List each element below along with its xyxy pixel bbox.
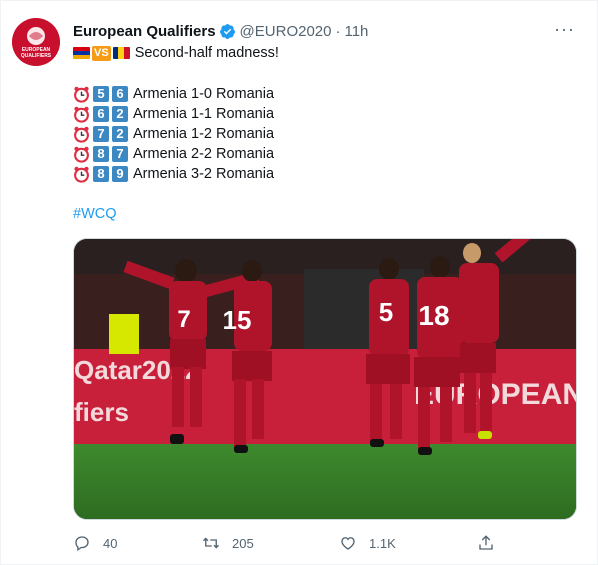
account-handle[interactable]: @EURO2020 [240, 23, 332, 40]
vs-badge: VS [92, 45, 111, 61]
alarm-clock-icon [74, 146, 89, 163]
verified-badge-icon [219, 23, 235, 39]
minute-digit-ones: 2 [112, 126, 128, 142]
minute-digit-ones: 7 [112, 146, 128, 162]
minute-digit-ones: 2 [112, 106, 128, 122]
armenia-flag-icon [73, 47, 90, 59]
share-button[interactable] [477, 534, 507, 552]
celebration-photo: Qatar2022 fiers EUROPEAN Q [74, 239, 576, 519]
reply-button[interactable]: 40 [73, 534, 117, 552]
account-name[interactable]: European Qualifiers [73, 23, 216, 40]
score-text: Armenia 3-2 Romania [133, 166, 275, 182]
tweet-headline: Second-half madness! [134, 45, 279, 61]
like-button[interactable]: 1.1K [339, 534, 396, 552]
minute-digit-ones: 9 [112, 166, 128, 182]
hashtag-line: #WCQ [73, 204, 117, 224]
like-count: 1.1K [369, 535, 396, 551]
retweet-button[interactable]: 205 [202, 534, 254, 552]
jersey-number-18: 18 [418, 300, 449, 331]
minute-digit-tens: 6 [93, 106, 109, 122]
goal-line: 8 7 Armenia 2-2 Romania [73, 144, 274, 164]
share-icon [479, 535, 493, 550]
jersey-number-5: 5 [379, 297, 393, 327]
account-avatar[interactable]: EUROPEAN QUALIFIERS [12, 18, 60, 66]
jersey-number-7: 7 [177, 306, 190, 333]
score-text: Armenia 1-0 Romania [133, 86, 275, 102]
minute-digit-tens: 7 [93, 126, 109, 142]
jersey-number-15: 15 [223, 305, 252, 335]
hashtag-link[interactable]: #WCQ [73, 204, 117, 224]
more-options-icon[interactable]: ··· [554, 19, 575, 40]
alarm-clock-icon [74, 166, 89, 183]
minute-digit-tens: 8 [93, 146, 109, 162]
heart-icon [341, 537, 355, 550]
alarm-clock-icon [74, 106, 89, 123]
goal-line: 8 9 Armenia 3-2 Romania [73, 164, 274, 184]
tweet-actions: 40 205 1.1K [73, 534, 513, 556]
dot-separator: · [335, 22, 341, 40]
score-text: Armenia 2-2 Romania [133, 146, 275, 162]
score-text: Armenia 1-2 Romania [133, 126, 275, 142]
minute-digit-tens: 8 [93, 166, 109, 182]
goal-line: 6 2 Armenia 1-1 Romania [73, 104, 274, 124]
svg-text:QUALIFIERS: QUALIFIERS [21, 53, 52, 59]
reply-count: 40 [103, 535, 118, 551]
board-text-left2: fiers [74, 397, 129, 427]
tweet-card[interactable]: EUROPEAN QUALIFIERS European Qualifiers … [0, 0, 598, 565]
alarm-clock-icon [74, 86, 89, 103]
goal-line: 7 2 Armenia 1-2 Romania [73, 124, 274, 144]
romania-flag-icon [112, 47, 130, 59]
tweet-timestamp[interactable]: 11h [344, 23, 368, 40]
uefa-logo-icon: EUROPEAN QUALIFIERS [12, 18, 60, 66]
retweet-count: 205 [232, 535, 254, 551]
tweet-photo[interactable]: Qatar2022 fiers EUROPEAN Q [73, 238, 577, 520]
minute-digit-ones: 6 [112, 86, 128, 102]
alarm-clock-icon [74, 126, 89, 143]
reply-icon [75, 536, 89, 552]
score-text: Armenia 1-1 Romania [133, 106, 275, 122]
goal-line: 5 6 Armenia 1-0 Romania [73, 84, 274, 104]
tweet-header: European Qualifiers @EURO2020 · 11h [73, 20, 368, 42]
retweet-icon [203, 537, 219, 549]
tweet-headline-line: VS Second-half madness! [73, 43, 279, 63]
minute-digit-tens: 5 [93, 86, 109, 102]
